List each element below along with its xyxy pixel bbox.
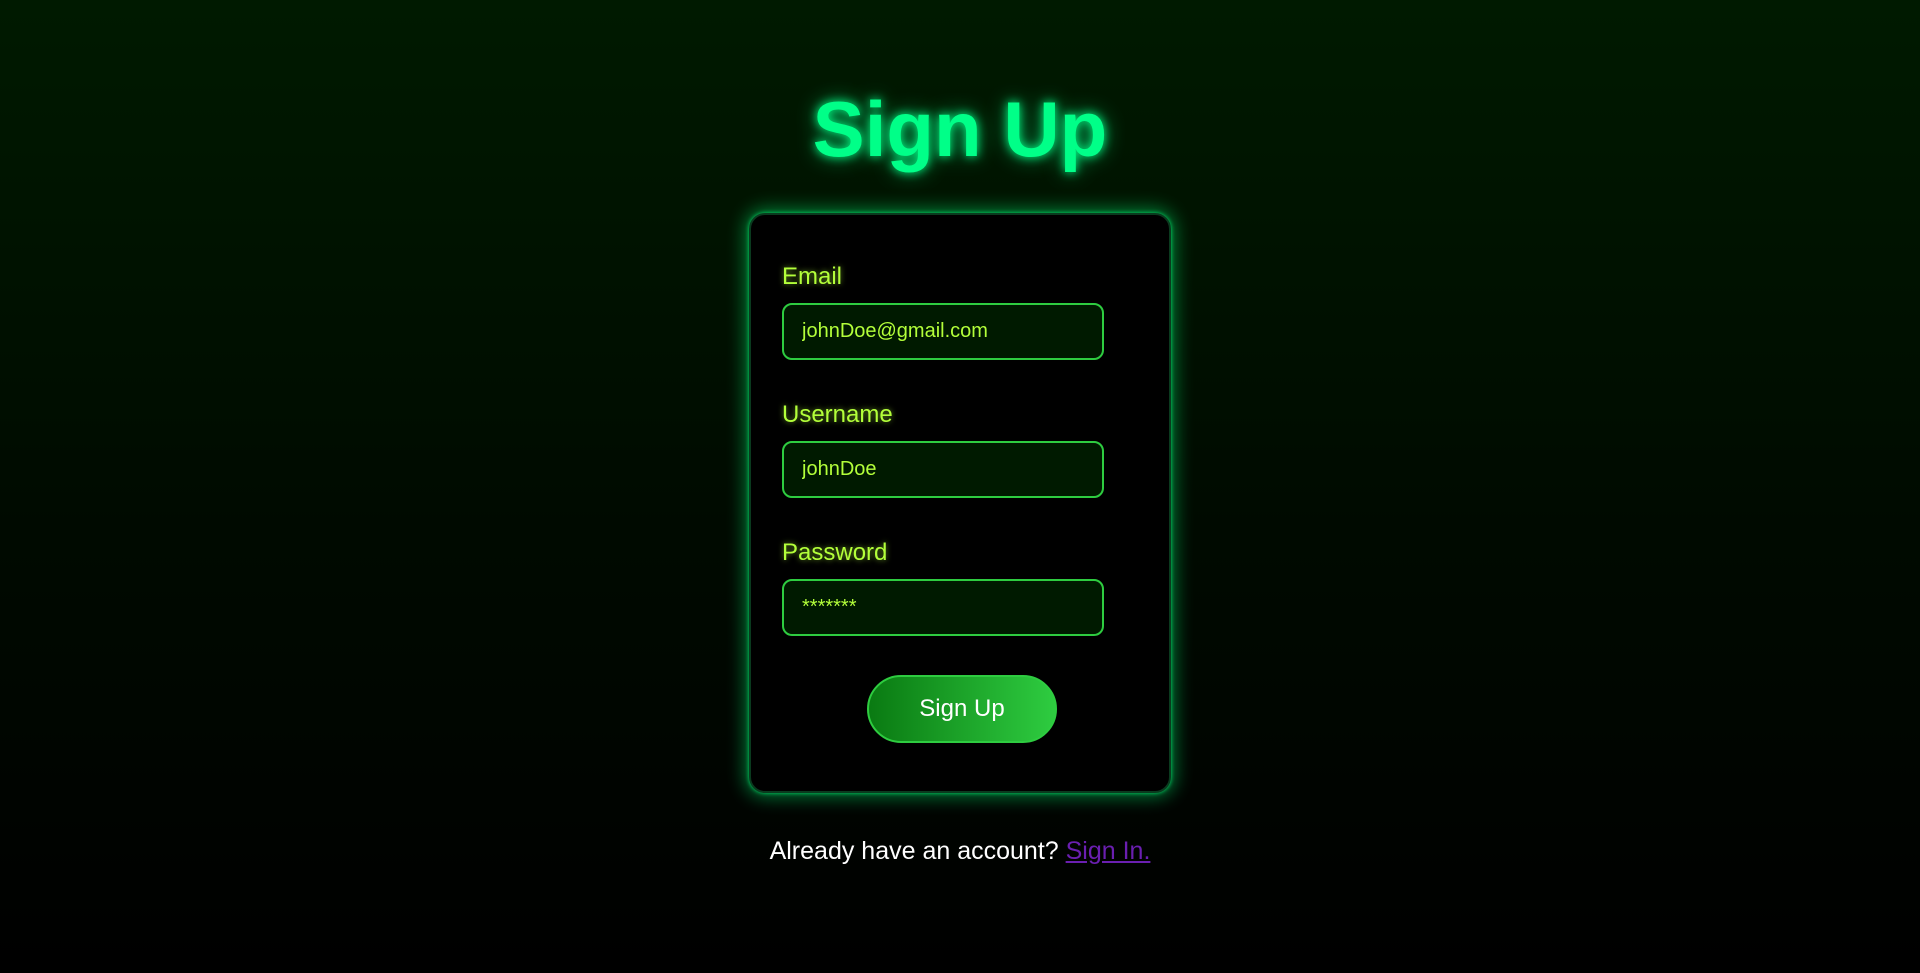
sign-up-button[interactable]: Sign Up [867, 675, 1057, 743]
sign-in-prompt-text: Already have an account? [769, 837, 1066, 865]
signup-card: Email Username Password Sign Up [749, 213, 1171, 793]
password-label: Password [782, 539, 888, 566]
sign-in-prompt: Already have an account? Sign In. [0, 836, 1920, 866]
username-input[interactable] [782, 441, 1104, 498]
sign-in-link[interactable]: Sign In. [1066, 837, 1151, 865]
page-title: Sign Up [812, 85, 1108, 173]
username-label: Username [782, 401, 893, 428]
password-field-group: Password [782, 539, 1138, 636]
username-field-group: Username [782, 401, 1138, 498]
email-input[interactable] [782, 303, 1104, 360]
password-input[interactable] [782, 579, 1104, 636]
email-label: Email [782, 263, 843, 290]
email-field-group: Email [782, 263, 1138, 360]
